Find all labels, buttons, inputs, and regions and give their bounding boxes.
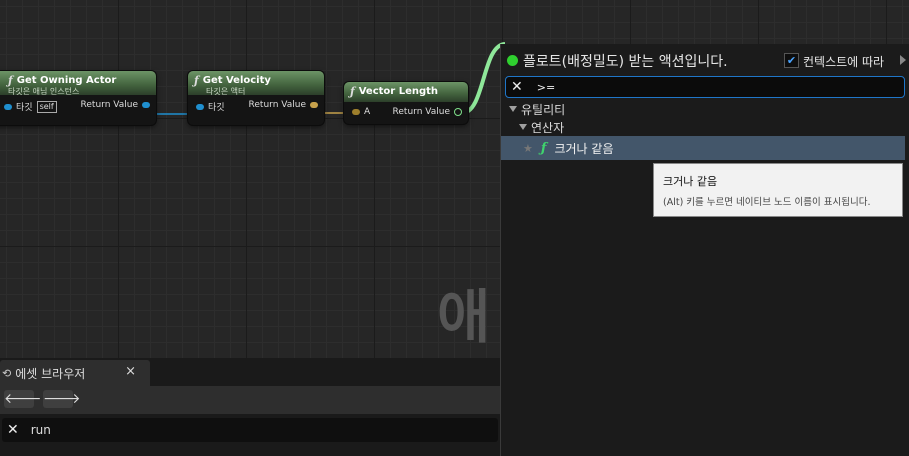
node-title: Vector Length	[358, 86, 439, 97]
category-utility[interactable]: 유틸리티	[501, 100, 909, 118]
graph-watermark: 애	[437, 283, 493, 351]
asset-browser-panel: ⟲ 에셋 브라우저 × 🡐 🡒 ✕ run	[0, 358, 500, 456]
content-browser-icon: ⟲	[2, 366, 12, 380]
pin-label: Return Value	[248, 100, 306, 110]
status-dot-icon	[507, 55, 518, 66]
category-operators[interactable]: 연산자	[501, 118, 909, 136]
return-value-pin[interactable]	[454, 108, 462, 116]
close-icon[interactable]: ×	[125, 364, 136, 379]
a-pin[interactable]	[352, 109, 360, 115]
action-search-input[interactable]: ✕ >=	[505, 76, 905, 98]
function-icon: ƒ	[194, 74, 199, 87]
context-action-menu: 플로트(배정밀도) 받는 액션입니다. ✔ 컨텍스트에 따라 ✕ >= 유틸리티…	[500, 44, 909, 456]
wire-length-output	[461, 42, 506, 115]
pin-label: 타깃	[208, 103, 225, 113]
pin-label: Return Value	[392, 107, 450, 117]
target-pin[interactable]	[4, 103, 12, 110]
clear-search-icon[interactable]: ✕	[7, 422, 19, 438]
pin-label: A	[364, 107, 371, 117]
action-label: 크거나 같음	[554, 141, 614, 156]
function-icon: ƒ	[540, 140, 547, 156]
favorite-star-icon[interactable]: ★	[523, 142, 533, 155]
arrow-left-icon: 🡐	[4, 391, 42, 407]
menu-header: 플로트(배정밀도) 받는 액션입니다. ✔ 컨텍스트에 따라	[501, 44, 909, 76]
node-header: ƒ Get Owning Actor 타깃은 애님 인스턴스	[0, 71, 156, 96]
context-sensitive-label[interactable]: 컨텍스트에 따라	[803, 53, 884, 70]
search-value: >=	[536, 80, 556, 94]
category-label: 유틸리티	[521, 102, 566, 117]
chevron-down-icon	[509, 106, 517, 112]
pin-label: Return Value	[80, 100, 138, 110]
pin-label: 타깃	[16, 103, 33, 113]
node-title: Get Velocity	[202, 75, 271, 86]
chevron-down-icon	[519, 124, 527, 130]
node-get-velocity[interactable]: ƒ Get Velocity 타깃은 액터 타깃 Return Value	[188, 71, 324, 125]
menu-title: 플로트(배정밀도) 받는 액션입니다.	[523, 54, 728, 70]
node-header: ƒ Vector Length	[344, 82, 468, 102]
return-value-pin[interactable]	[310, 102, 318, 108]
node-get-owning-actor[interactable]: ƒ Get Owning Actor 타깃은 애님 인스턴스 타깃 self R…	[0, 71, 156, 125]
target-pin[interactable]	[196, 103, 204, 110]
asset-browser-toolbar: 🡐 🡒	[0, 386, 500, 414]
category-label: 연산자	[531, 120, 565, 135]
tooltip-description: (Alt) 키를 누르면 네이티브 노드 이름이 표시됩니다.	[663, 197, 871, 208]
self-default: self	[36, 100, 57, 113]
node-header: ƒ Get Velocity 타깃은 액터	[188, 71, 324, 96]
chevron-right-icon[interactable]	[900, 55, 906, 65]
return-value-pin[interactable]	[142, 102, 150, 108]
action-tooltip: 크거나 같음 (Alt) 키를 누르면 네이티브 노드 이름이 표시됩니다.	[653, 163, 903, 217]
node-vector-length[interactable]: ƒ Vector Length A Return Value	[344, 82, 468, 124]
node-title: Get Owning Actor	[16, 75, 117, 86]
arrow-right-icon: 🡒	[43, 391, 81, 407]
asset-search-input[interactable]: ✕ run	[2, 418, 498, 442]
tab-label: 에셋 브라우저	[15, 366, 86, 381]
search-value: run	[30, 423, 51, 437]
context-sensitive-checkbox[interactable]: ✔	[784, 53, 799, 68]
tooltip-title: 크거나 같음	[663, 175, 718, 188]
forward-button[interactable]: 🡒	[43, 390, 81, 408]
clear-search-icon[interactable]: ✕	[511, 79, 523, 95]
action-item-greater-equal[interactable]: ★ ƒ 크거나 같음	[501, 136, 905, 160]
asset-browser-tab[interactable]: ⟲ 에셋 브라우저 ×	[0, 360, 150, 386]
back-button[interactable]: 🡐	[4, 390, 42, 408]
function-icon: ƒ	[350, 85, 355, 98]
